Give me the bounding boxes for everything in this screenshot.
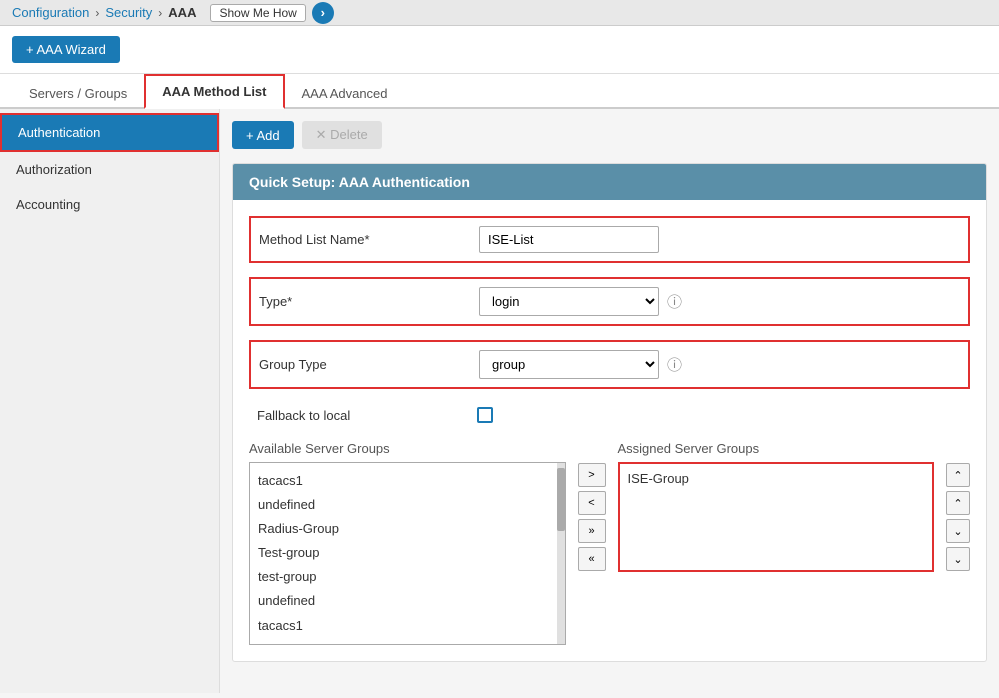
transfer-all-right-button[interactable]: » [578, 519, 606, 543]
list-item[interactable]: Radius-Group [256, 517, 549, 541]
fallback-row: Fallback to local [249, 403, 970, 427]
breadcrumb-aaa: AAA [168, 5, 196, 20]
order-buttons: ⌃ ⌃ ⌄ ⌄ [946, 441, 970, 571]
tab-aaa-method-list[interactable]: AAA Method List [144, 74, 284, 109]
quick-setup-panel: Quick Setup: AAA Authentication Method L… [232, 163, 987, 662]
list-item[interactable]: tacacs1 [256, 614, 549, 638]
type-select[interactable]: login ppp dot1x [479, 287, 659, 316]
group-type-label: Group Type [259, 357, 479, 372]
transfer-left-button[interactable]: < [578, 491, 606, 515]
fallback-label: Fallback to local [257, 408, 477, 423]
action-bar: + Add ✕ Delete [232, 121, 987, 149]
quick-setup-title: Quick Setup: AAA Authentication [233, 164, 986, 200]
method-list-name-row: Method List Name* [249, 216, 970, 263]
sidebar-item-authentication[interactable]: Authentication [0, 113, 219, 152]
type-label: Type* [259, 294, 479, 309]
content-area: + Add ✕ Delete Quick Setup: AAA Authenti… [220, 109, 999, 693]
breadcrumb-sep-2: › [158, 6, 162, 20]
quick-setup-body: Method List Name* Type* login ppp dot1x … [233, 200, 986, 661]
type-row: Type* login ppp dot1x ⓘ [249, 277, 970, 326]
main-layout: Authentication Authorization Accounting … [0, 109, 999, 693]
server-groups-row: Available Server Groups tacacs1 undefine… [249, 441, 970, 645]
toolbar: + AAA Wizard [0, 26, 999, 74]
breadcrumb-security[interactable]: Security [105, 5, 152, 20]
available-list-wrapper: tacacs1 undefined Radius-Group Test-grou… [249, 462, 566, 645]
add-button[interactable]: + Add [232, 121, 294, 149]
assigned-item[interactable]: ISE-Group [626, 470, 927, 487]
available-server-list[interactable]: tacacs1 undefined Radius-Group Test-grou… [249, 462, 566, 645]
tab-aaa-advanced[interactable]: AAA Advanced [285, 77, 405, 109]
tab-bar: Servers / Groups AAA Method List AAA Adv… [0, 74, 999, 109]
order-up-button[interactable]: ⌃ [946, 491, 970, 515]
help-circle-icon[interactable]: › [312, 2, 334, 24]
method-list-name-input[interactable] [479, 226, 659, 253]
order-down-bottom-button[interactable]: ⌄ [946, 547, 970, 571]
assigned-server-groups-section: Assigned Server Groups ISE-Group [618, 441, 935, 572]
assigned-server-list[interactable]: ISE-Group [618, 462, 935, 572]
group-type-info-icon[interactable]: ⓘ [667, 354, 682, 375]
sidebar: Authentication Authorization Accounting [0, 109, 220, 693]
breadcrumb-configuration[interactable]: Configuration [12, 5, 89, 20]
transfer-buttons: > < » « [578, 441, 606, 571]
transfer-all-left-button[interactable]: « [578, 547, 606, 571]
list-item[interactable]: Test-group [256, 541, 549, 565]
group-type-select[interactable]: group local none [479, 350, 659, 379]
type-info-icon[interactable]: ⓘ [667, 291, 682, 312]
order-down-button[interactable]: ⌄ [946, 519, 970, 543]
show-me-how-button[interactable]: Show Me How [210, 4, 305, 22]
available-label: Available Server Groups [249, 441, 566, 456]
list-item[interactable]: undefined [256, 493, 549, 517]
method-list-name-label: Method List Name* [259, 232, 479, 247]
list-item[interactable]: test-group [256, 565, 549, 589]
group-type-row: Group Type group local none ⓘ [249, 340, 970, 389]
transfer-right-button[interactable]: > [578, 463, 606, 487]
list-item[interactable]: tacacs1 [256, 469, 549, 493]
breadcrumb: Configuration › Security › AAA Show Me H… [0, 0, 999, 26]
aaa-wizard-button[interactable]: + AAA Wizard [12, 36, 120, 63]
delete-button[interactable]: ✕ Delete [302, 121, 382, 149]
list-item[interactable]: undefined [256, 589, 549, 613]
tab-servers-groups[interactable]: Servers / Groups [12, 77, 144, 109]
order-up-top-button[interactable]: ⌃ [946, 463, 970, 487]
sidebar-item-accounting[interactable]: Accounting [0, 187, 219, 222]
fallback-checkbox[interactable] [477, 407, 493, 423]
sidebar-item-authorization[interactable]: Authorization [0, 152, 219, 187]
available-server-groups-section: Available Server Groups tacacs1 undefine… [249, 441, 566, 645]
assigned-label: Assigned Server Groups [618, 441, 935, 456]
breadcrumb-sep-1: › [95, 6, 99, 20]
